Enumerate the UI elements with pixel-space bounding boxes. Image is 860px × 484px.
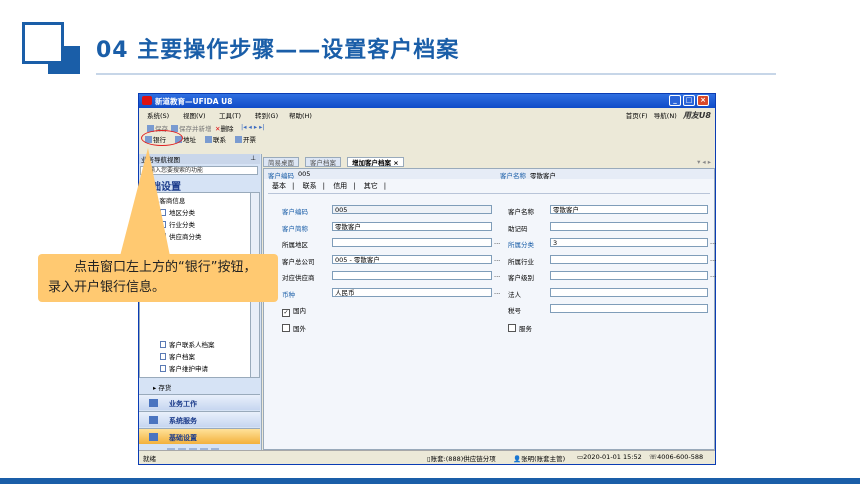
callout-pointer bbox=[120, 148, 170, 256]
instruction-callout: 点击窗口左上方的“银行”按钮，录入开户银行信息。 bbox=[38, 254, 278, 302]
slide-bottom-bar bbox=[0, 478, 860, 484]
